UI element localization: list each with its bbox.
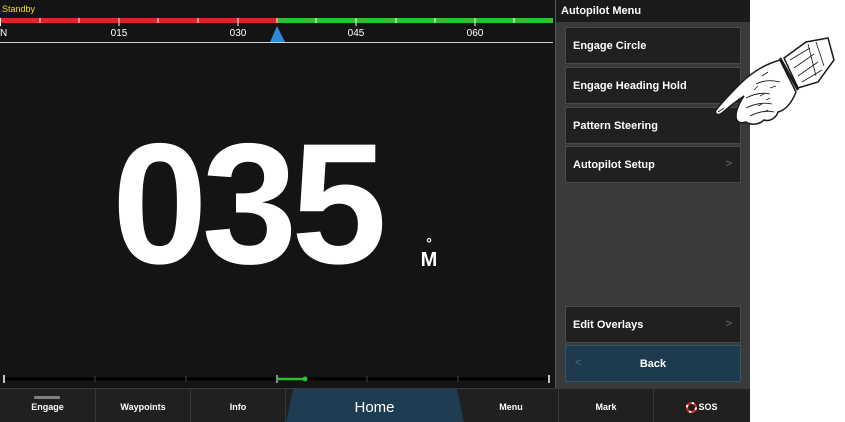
menu-item-label: Engage Heading Hold [573, 80, 687, 92]
back-button[interactable]: < Back [565, 345, 741, 382]
softkey-label: Menu [499, 402, 523, 412]
autopilot-status: Standby [2, 4, 36, 14]
waypoints-softkey[interactable]: Waypoints [96, 389, 191, 422]
pointing-hand-icon [714, 37, 835, 125]
home-softkey[interactable]: Home [286, 389, 464, 422]
softkey-label: Home [354, 399, 395, 416]
rudder-indicator [3, 375, 550, 383]
menu-item-label: Engage Circle [573, 40, 647, 52]
sos-softkey[interactable]: SOS [654, 389, 750, 422]
compass-label-n: N [0, 28, 7, 39]
lifebuoy-icon [686, 402, 698, 414]
compass-label-045: 045 [348, 28, 365, 39]
autopilot-setup-item[interactable]: Autopilot Setup > [565, 146, 741, 183]
menu-item-label: Autopilot Setup [573, 159, 655, 171]
softkey-label: SOS [698, 402, 718, 412]
menu-softkey[interactable]: Menu [464, 389, 559, 422]
compass-label-060: 060 [467, 28, 484, 39]
menu-item-label: Pattern Steering [573, 120, 658, 132]
heading-pointer-icon [270, 26, 285, 42]
magnetic-reference: M [420, 249, 438, 271]
chevron-left-icon: < [575, 357, 582, 369]
starboard-deviation-bar [278, 18, 553, 23]
port-deviation-bar [0, 18, 278, 23]
heading-panel: Standby N 015 030 045 060 035 ° M [0, 0, 553, 388]
compass-label-030: 030 [230, 28, 247, 39]
menu-item-label: Edit Overlays [573, 319, 644, 331]
rudder-position-dot [302, 376, 308, 382]
softkey-label: Engage [31, 402, 64, 412]
heading-readout: 035 [112, 108, 387, 300]
chevron-right-icon: > [725, 318, 732, 330]
softkey-label: Waypoints [120, 402, 166, 412]
softkey-bar: Engage Waypoints Info Home Menu Mark SOS [0, 388, 750, 422]
engage-indicator [34, 396, 60, 399]
compass-tape: N 015 030 045 060 [0, 18, 553, 43]
edit-overlays-item[interactable]: Edit Overlays > [565, 306, 741, 343]
info-softkey[interactable]: Info [191, 389, 286, 422]
mark-softkey[interactable]: Mark [559, 389, 654, 422]
compass-label-015: 015 [111, 28, 128, 39]
degree-symbol: ° [426, 235, 432, 251]
back-label: Back [639, 358, 667, 370]
chartplotter-screen: Standby N 015 030 045 060 035 ° M Autopi… [0, 0, 750, 422]
heading-unit: ° M [418, 236, 440, 270]
menu-title: Autopilot Menu [556, 0, 750, 22]
engage-softkey[interactable]: Engage [0, 389, 96, 422]
softkey-label: Mark [595, 402, 617, 412]
softkey-label: Info [229, 402, 247, 412]
chevron-right-icon: > [725, 158, 732, 170]
